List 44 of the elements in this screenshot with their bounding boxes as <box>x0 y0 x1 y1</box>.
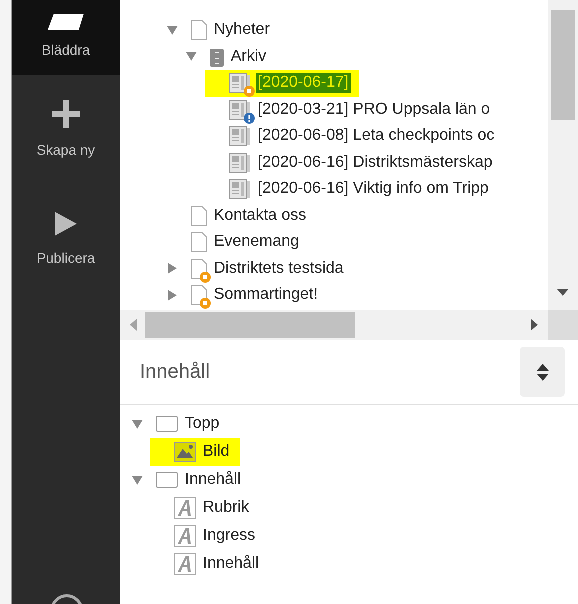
scroll-right-icon[interactable] <box>531 319 538 331</box>
text-type-icon <box>174 553 196 575</box>
expanded-caret-icon[interactable] <box>167 24 178 36</box>
vertical-scrollbar[interactable] <box>548 0 578 310</box>
tree-item[interactable]: [2020-06-08] Leta checkpoints oc <box>256 126 497 146</box>
collapsed-caret-icon[interactable] <box>167 290 178 301</box>
folder-icon <box>46 14 86 32</box>
tree-item[interactable]: Topp <box>183 414 222 434</box>
tree-item[interactable]: Sommartinget! <box>212 285 320 306</box>
sidebar-button[interactable]: Bläddra <box>12 0 120 75</box>
tree-item[interactable]: Innehåll <box>183 470 244 490</box>
expanded-caret-icon[interactable] <box>132 474 143 486</box>
tree-item[interactable]: Ingress <box>201 526 258 546</box>
tree-item[interactable]: Distriktets testsida <box>212 258 346 279</box>
cabinet-icon <box>210 46 224 67</box>
plus-icon <box>52 100 80 128</box>
horizontal-scrollbar[interactable] <box>120 310 548 340</box>
scroll-left-icon[interactable] <box>130 319 137 331</box>
scrollbar-corner <box>548 310 578 340</box>
tree-item[interactable]: [2020-03-21] PRO Uppsala län o <box>256 100 492 120</box>
tree-item[interactable]: Innehåll <box>201 554 262 574</box>
tree-item[interactable]: Evenemang <box>212 232 302 252</box>
tree-item[interactable]: Nyheter <box>212 20 272 40</box>
avatar-icon[interactable] <box>50 594 84 604</box>
scroll-down-icon[interactable] <box>557 289 569 296</box>
tree-item[interactable]: Kontakta oss <box>212 206 308 226</box>
text-type-icon <box>174 525 196 547</box>
sort-button[interactable] <box>520 347 565 397</box>
expanded-caret-icon[interactable] <box>132 418 143 430</box>
text-type-icon <box>174 497 196 519</box>
play-icon <box>55 212 77 236</box>
collapsed-caret-icon[interactable] <box>167 263 178 274</box>
tree-item[interactable]: Arkiv <box>229 46 269 67</box>
block-icon <box>156 416 178 432</box>
tree-item[interactable]: [2020-06-17] <box>256 73 351 94</box>
block-icon <box>156 472 178 488</box>
tree-item[interactable]: [2020-06-16] Viktig info om Tripp <box>256 179 491 200</box>
panel-title: Innehåll <box>140 360 210 385</box>
expanded-caret-icon[interactable] <box>186 51 197 62</box>
tree-item[interactable]: Rubrik <box>201 498 252 518</box>
tree-item[interactable]: [2020-06-16] Distriktsmästerskap <box>256 152 495 173</box>
image-icon <box>174 442 196 462</box>
tree-item[interactable]: Bild <box>201 442 232 462</box>
up-down-icon <box>536 364 548 380</box>
